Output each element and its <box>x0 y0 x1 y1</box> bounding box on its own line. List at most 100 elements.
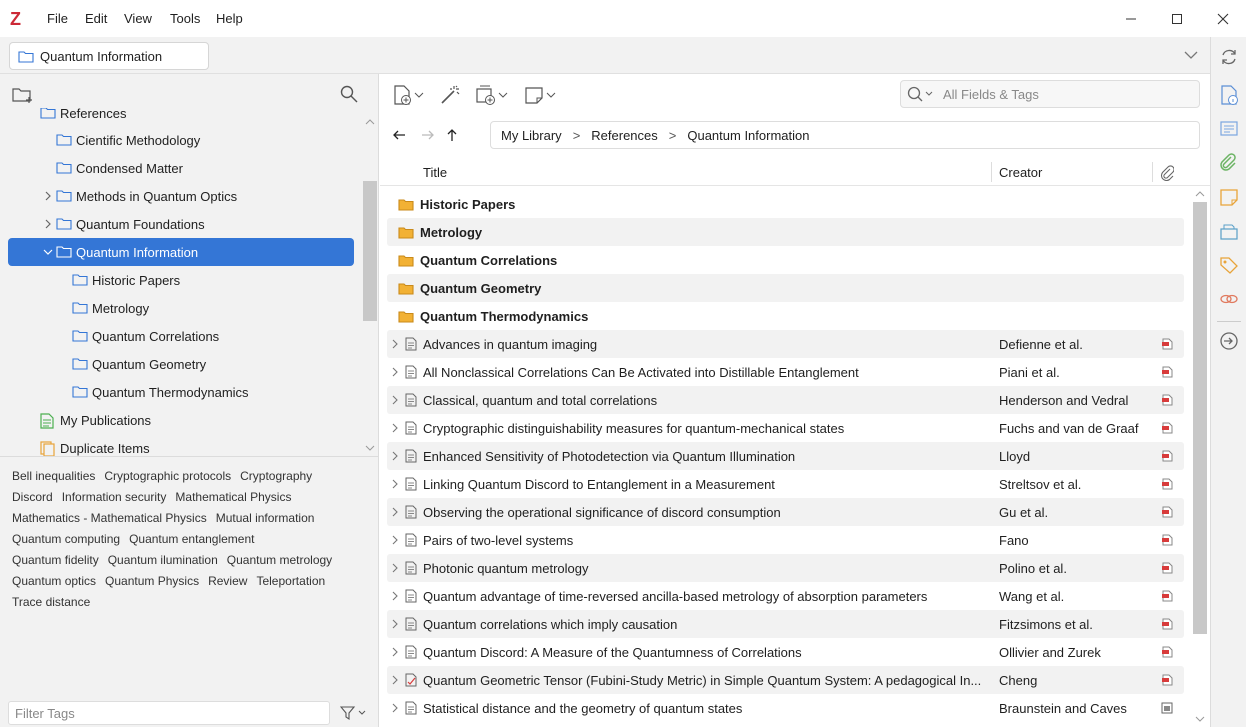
collection-item[interactable]: Duplicate Items <box>8 434 354 456</box>
chevron-right-icon[interactable] <box>391 619 399 629</box>
tabs-dropdown-icon[interactable] <box>1183 50 1199 60</box>
attachment-indicator[interactable] <box>1161 534 1173 546</box>
info-icon[interactable] <box>1219 85 1239 105</box>
chevron-right-icon[interactable] <box>43 191 53 201</box>
tag[interactable]: Mathematics - Mathematical Physics <box>12 511 207 525</box>
chevron-right-icon[interactable] <box>391 647 399 657</box>
menu-view[interactable]: View <box>124 11 152 26</box>
scroll-up-icon[interactable] <box>1195 190 1205 198</box>
search-collections-icon[interactable] <box>340 85 358 103</box>
item-row[interactable]: Quantum Discord: A Measure of the Quantu… <box>387 638 1184 666</box>
filter-tags-input[interactable]: Filter Tags <box>8 701 330 725</box>
item-row[interactable]: Statistical distance and the geometry of… <box>387 694 1184 722</box>
menu-tools[interactable]: Tools <box>170 11 200 26</box>
sync-icon[interactable] <box>1219 47 1239 67</box>
tag[interactable]: Quantum metrology <box>227 553 332 567</box>
minimize-button[interactable] <box>1108 0 1154 37</box>
collection-item[interactable]: Quantum Correlations <box>8 322 354 350</box>
collection-item[interactable]: Metrology <box>8 294 354 322</box>
scroll-down-icon[interactable] <box>365 444 375 452</box>
item-row[interactable]: Quantum advantage of time-reversed ancil… <box>387 582 1184 610</box>
collection-item[interactable]: My Publications <box>8 406 354 434</box>
tag[interactable]: Teleportation <box>256 574 325 588</box>
back-arrow-icon[interactable] <box>392 129 406 141</box>
maximize-button[interactable] <box>1154 0 1200 37</box>
tag[interactable]: Bell inequalities <box>12 469 95 483</box>
collection-item[interactable]: Condensed Matter <box>8 154 354 182</box>
items-scrollbar[interactable] <box>1192 188 1208 727</box>
attachment-indicator[interactable] <box>1161 646 1173 658</box>
up-arrow-icon[interactable] <box>446 128 458 142</box>
forward-arrow-icon[interactable] <box>421 129 435 141</box>
scroll-thumb[interactable] <box>1193 202 1207 634</box>
chevron-down-icon[interactable] <box>43 247 53 257</box>
tab-library[interactable]: Quantum Information <box>9 42 209 70</box>
item-row[interactable]: Cryptographic distinguishability measure… <box>387 414 1184 442</box>
item-row[interactable]: All Nonclassical Correlations Can Be Act… <box>387 358 1184 386</box>
new-collection-icon[interactable] <box>12 86 34 104</box>
menu-edit[interactable]: Edit <box>85 11 107 26</box>
scroll-thumb[interactable] <box>363 181 377 321</box>
attachment-indicator[interactable] <box>1161 478 1173 490</box>
scroll-up-icon[interactable] <box>365 118 375 126</box>
tag[interactable]: Mathematical Physics <box>175 490 291 504</box>
add-by-identifier-icon[interactable] <box>439 84 461 106</box>
subcollection-row[interactable]: Quantum Correlations <box>387 246 1184 274</box>
chevron-right-icon[interactable] <box>391 423 399 433</box>
close-button[interactable] <box>1200 0 1246 37</box>
tag[interactable]: Discord <box>12 490 53 504</box>
chevron-right-icon[interactable] <box>391 339 399 349</box>
libraries-collections-icon[interactable] <box>1219 221 1239 241</box>
collection-item[interactable]: Quantum Information <box>8 238 354 266</box>
attachment-indicator[interactable] <box>1161 562 1173 574</box>
attachment-indicator[interactable] <box>1161 366 1173 378</box>
chevron-right-icon[interactable] <box>391 479 399 489</box>
tag[interactable]: Quantum computing <box>12 532 120 546</box>
paperclip-icon[interactable] <box>1160 165 1174 181</box>
related-icon[interactable] <box>1219 289 1239 309</box>
attachment-indicator[interactable] <box>1161 422 1173 434</box>
item-row[interactable]: Classical, quantum and total correlation… <box>387 386 1184 414</box>
collection-item[interactable]: Cientific Methodology <box>8 126 354 154</box>
collection-item[interactable]: Historic Papers <box>8 266 354 294</box>
menu-help[interactable]: Help <box>216 11 243 26</box>
tag[interactable]: Quantum fidelity <box>12 553 99 567</box>
chevron-right-icon[interactable] <box>43 219 53 229</box>
item-row[interactable]: Quantum correlations which imply causati… <box>387 610 1184 638</box>
subcollection-row[interactable]: Quantum Geometry <box>387 274 1184 302</box>
chevron-right-icon[interactable] <box>391 395 399 405</box>
notes-icon[interactable] <box>1219 187 1239 207</box>
menu-file[interactable]: File <box>47 11 68 26</box>
collection-item[interactable]: Quantum Thermodynamics <box>8 378 354 406</box>
item-row[interactable]: Enhanced Sensitivity of Photodetection v… <box>387 442 1184 470</box>
collection-references[interactable]: References <box>8 108 354 126</box>
chevron-right-icon[interactable] <box>391 451 399 461</box>
attachment-indicator[interactable] <box>1161 506 1173 518</box>
tag[interactable]: Trace distance <box>12 595 90 609</box>
tag[interactable]: Quantum ilumination <box>108 553 218 567</box>
tag[interactable]: Cryptographic protocols <box>104 469 231 483</box>
tag[interactable]: Mutual information <box>216 511 315 525</box>
column-title[interactable]: Title <box>423 165 447 180</box>
new-attachment-button[interactable] <box>474 84 508 106</box>
item-row[interactable]: Pairs of two-level systems Fano <box>387 526 1184 554</box>
attachment-indicator[interactable] <box>1161 394 1173 406</box>
collection-item[interactable]: Quantum Geometry <box>8 350 354 378</box>
column-creator[interactable]: Creator <box>999 165 1042 180</box>
collection-item[interactable]: Quantum Foundations <box>8 210 354 238</box>
tag[interactable]: Information security <box>62 490 167 504</box>
chevron-right-icon[interactable] <box>391 507 399 517</box>
chevron-right-icon[interactable] <box>391 535 399 545</box>
subcollection-row[interactable]: Quantum Thermodynamics <box>387 302 1184 330</box>
tag[interactable]: Quantum entanglement <box>129 532 254 546</box>
tag[interactable]: Cryptography <box>240 469 312 483</box>
attachment-indicator[interactable] <box>1161 338 1173 350</box>
attachment-indicator[interactable] <box>1161 618 1173 630</box>
breadcrumb-my-library[interactable]: My Library <box>501 128 562 143</box>
new-note-button[interactable] <box>524 84 556 106</box>
tag-filter-menu-icon[interactable] <box>340 705 368 721</box>
collections-scrollbar[interactable] <box>362 114 378 456</box>
breadcrumb-references[interactable]: References <box>591 128 657 143</box>
item-row[interactable]: Advances in quantum imaging Defienne et a… <box>387 330 1184 358</box>
item-row[interactable]: Observing the operational significance o… <box>387 498 1184 526</box>
